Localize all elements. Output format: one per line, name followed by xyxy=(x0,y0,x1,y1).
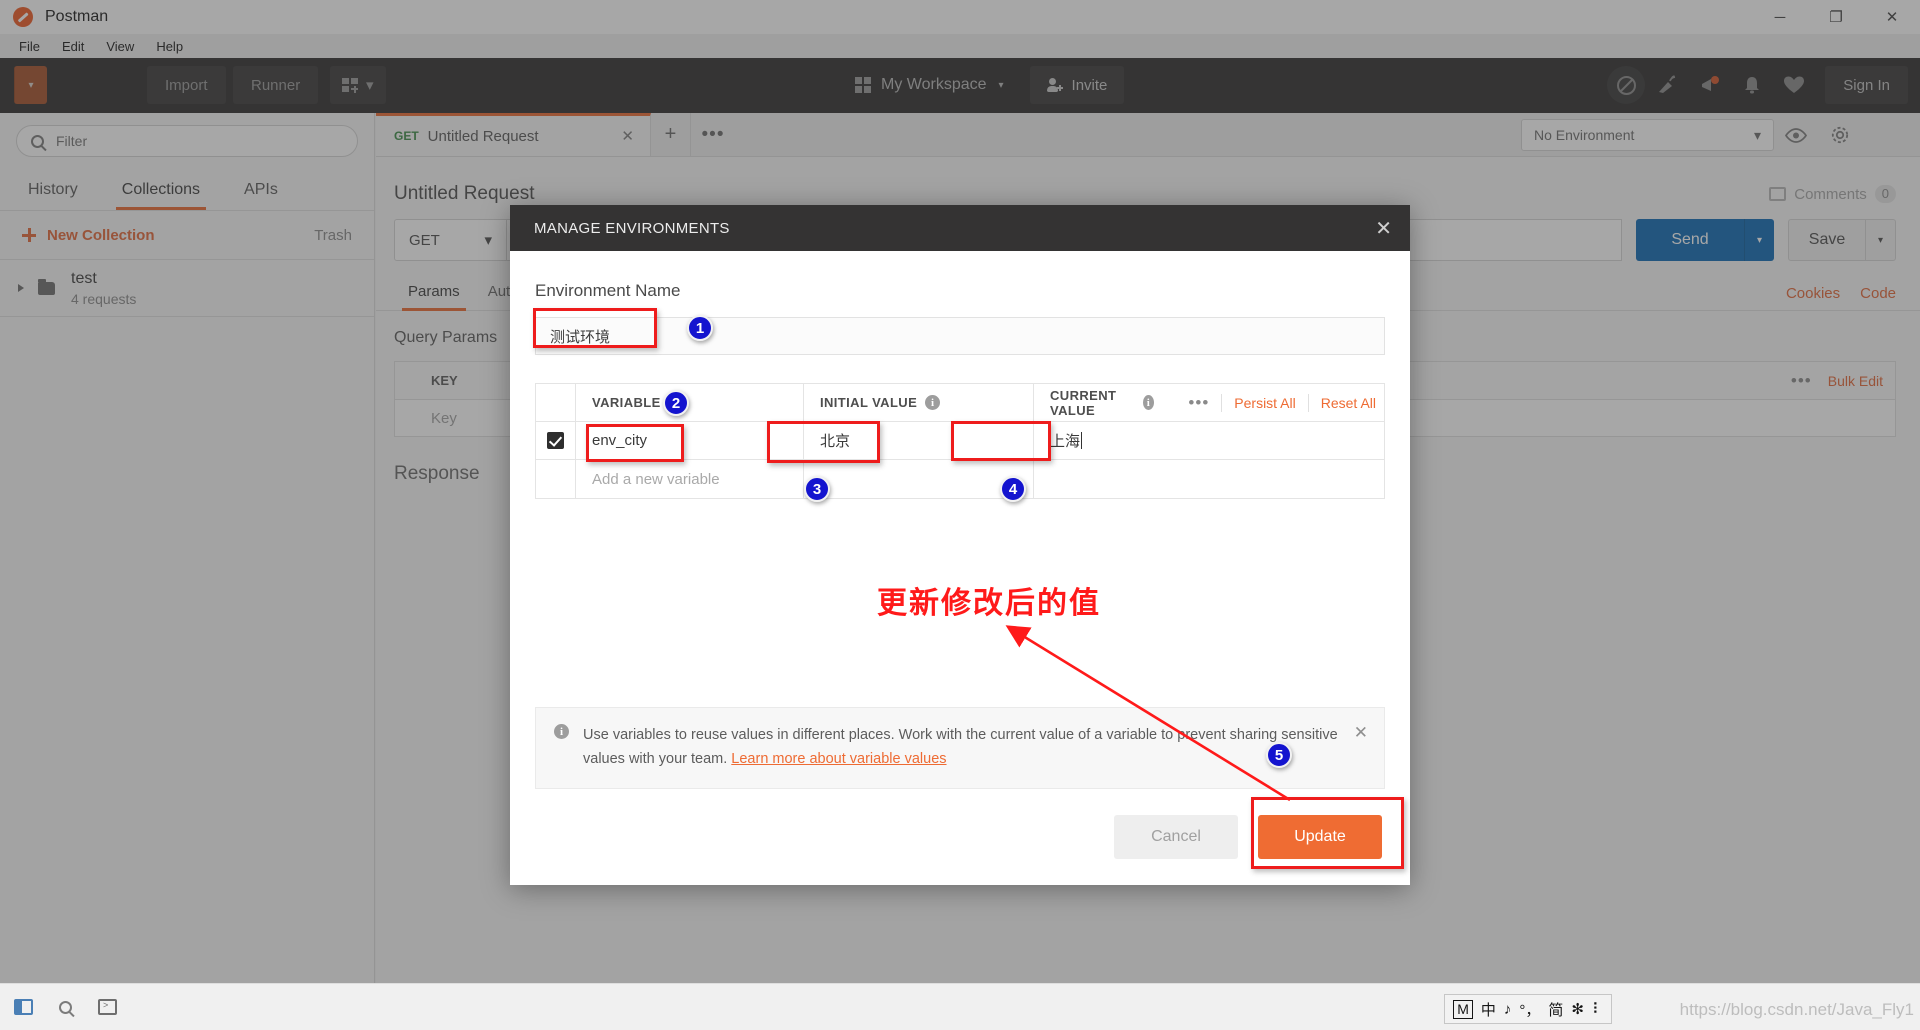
watermark-text: https://blog.csdn.net/Java_Fly1 xyxy=(1679,1000,1914,1019)
search-icon xyxy=(59,1000,72,1014)
find-button[interactable] xyxy=(59,1000,72,1014)
persist-all-button[interactable]: Persist All xyxy=(1234,395,1295,411)
ime-simplified-icon[interactable]: 简 xyxy=(1548,999,1563,1020)
annotation-badge-5: 5 xyxy=(1266,742,1292,768)
cancel-button[interactable]: Cancel xyxy=(1114,815,1238,859)
text-cursor xyxy=(1081,432,1083,449)
new-variable-checkbox-cell xyxy=(536,460,576,498)
variable-enabled-checkbox[interactable] xyxy=(547,432,564,449)
variables-col-current-value: CURRENT VALUE i xyxy=(1034,384,1154,421)
console-button[interactable] xyxy=(98,999,117,1015)
divider xyxy=(1221,393,1223,412)
reset-all-button[interactable]: Reset All xyxy=(1321,395,1376,411)
current-value-label: CURRENT VALUE xyxy=(1050,387,1117,418)
ime-mode-icon[interactable]: M xyxy=(1453,999,1473,1019)
info-banner-text: Use variables to reuse values in differe… xyxy=(583,724,1340,772)
environment-name-label: Environment Name xyxy=(535,281,681,300)
ime-more-icon[interactable]: ⠇ xyxy=(1592,1000,1603,1018)
ime-toolbar[interactable]: M 中 ♪ °， 简 ✻ ⠇ xyxy=(1444,994,1612,1024)
variable-new-row[interactable]: Add a new variable xyxy=(536,460,1384,498)
annotation-badge-4: 4 xyxy=(1000,476,1026,502)
variables-col-variable: VARIABLE xyxy=(576,384,804,421)
variable-current-value-text: 上海 xyxy=(1050,433,1081,450)
toggle-sidebar-button[interactable] xyxy=(14,999,33,1015)
new-variable-input[interactable]: Add a new variable xyxy=(576,460,804,498)
divider xyxy=(1307,393,1309,412)
info-banner: i Use variables to reuse values in diffe… xyxy=(535,707,1385,789)
update-button[interactable]: Update xyxy=(1258,815,1382,859)
variable-initial-value-input[interactable]: 北京 xyxy=(804,422,1034,459)
close-icon[interactable]: ✕ xyxy=(1375,216,1392,241)
modal-body: Environment Name 测试环境 VARIABLE INITIAL V… xyxy=(510,251,1410,789)
terminal-icon xyxy=(98,999,117,1015)
info-icon[interactable]: i xyxy=(925,395,941,410)
ime-settings-icon[interactable]: ✻ xyxy=(1571,1000,1584,1018)
initial-value-label: INITIAL VALUE xyxy=(820,395,918,410)
info-banner-body: Use variables to reuse values in differe… xyxy=(583,727,1338,768)
new-variable-current-value[interactable] xyxy=(1034,460,1384,498)
variables-col-initial-value: INITIAL VALUE i xyxy=(804,384,1034,421)
annotation-note-text: 更新修改后的值 xyxy=(877,586,1101,621)
modal-header: MANAGE ENVIRONMENTS ✕ xyxy=(510,205,1410,251)
sidebar-panel-icon xyxy=(14,999,33,1015)
variable-name-input[interactable]: env_city xyxy=(576,422,804,459)
manage-environments-modal: MANAGE ENVIRONMENTS ✕ Environment Name 测… xyxy=(510,205,1410,885)
postman-app-window: Postman ─ ❐ ✕ File Edit View Help New ▾ … xyxy=(0,0,1920,1030)
annotation-badge-2: 2 xyxy=(663,390,689,416)
dismiss-info-icon[interactable]: ✕ xyxy=(1354,724,1368,741)
modal-footer: Cancel Update xyxy=(510,789,1410,885)
variables-options-icon[interactable]: ••• xyxy=(1188,393,1209,413)
modal-title: MANAGE ENVIRONMENTS xyxy=(534,219,730,237)
variable-current-value-input[interactable]: 上海 xyxy=(1034,422,1384,459)
learn-more-link[interactable]: Learn more about variable values xyxy=(731,751,946,767)
annotation-badge-1: 1 xyxy=(687,315,713,341)
variables-header-checkbox-cell xyxy=(536,384,576,421)
ime-language-icon[interactable]: 中 xyxy=(1481,999,1496,1020)
variables-table-actions: ••• Persist All Reset All xyxy=(1154,384,1384,421)
environment-name-input[interactable]: 测试环境 xyxy=(535,317,1385,355)
variable-enabled-cell[interactable] xyxy=(536,422,576,459)
info-icon: i xyxy=(554,724,569,740)
ime-shape-icon[interactable]: ♪ xyxy=(1504,1001,1512,1018)
annotation-badge-3: 3 xyxy=(804,476,830,502)
info-icon[interactable]: i xyxy=(1142,395,1154,410)
ime-punctuation-icon[interactable]: °， xyxy=(1519,999,1540,1020)
variable-row[interactable]: env_city 北京 上海 xyxy=(536,422,1384,460)
status-bar: M 中 ♪ °， 简 ✻ ⠇ https://blog.csdn.net/Jav… xyxy=(0,983,1920,1030)
